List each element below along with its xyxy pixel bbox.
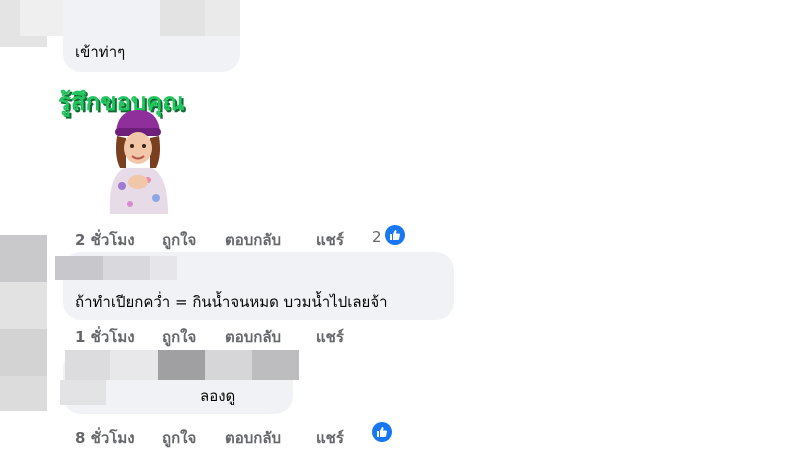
- like-button-3[interactable]: ถูกใจ: [162, 426, 196, 450]
- blurred-name-3f: [60, 380, 106, 405]
- reply-button-2[interactable]: ตอบกลับ: [225, 325, 281, 349]
- blurred-avatar-low-2: [0, 376, 47, 411]
- comment-time-2[interactable]: 1 ชั่วโมง: [75, 325, 135, 349]
- comment-actions-2: 1 ชั่วโมง ถูกใจ ตอบกลับ แชร์: [0, 325, 420, 346]
- blurred-name-2a: [55, 256, 103, 280]
- like-thumb-icon-3[interactable]: [372, 422, 392, 442]
- comment-text-3: ลองดู: [200, 387, 236, 405]
- comment-time-3[interactable]: 8 ชั่วโมง: [75, 426, 135, 450]
- blurred-avatar-mid-2: [0, 282, 47, 329]
- blurred-name-2b: [103, 256, 150, 280]
- comment-text-2: ถ้าทำเปียกคว่ำ = กินน้ำจนหมด บวมน้ำไปเลย…: [75, 293, 388, 311]
- avatar-character-sticker: [100, 106, 180, 216]
- reaction-count-1[interactable]: 2: [372, 228, 382, 246]
- comment-time-1[interactable]: 2 ชั่วโมง: [75, 228, 135, 252]
- reply-button-3[interactable]: ตอบกลับ: [225, 426, 281, 450]
- like-thumb-icon[interactable]: [385, 225, 405, 245]
- like-button-2[interactable]: ถูกใจ: [162, 325, 196, 349]
- blurred-name-1b: [205, 0, 240, 36]
- like-button-1[interactable]: ถูกใจ: [162, 228, 196, 252]
- share-button-1[interactable]: แชร์: [316, 228, 344, 252]
- blurred-name-3d: [205, 350, 252, 380]
- comment-actions-3: 8 ชั่วโมง ถูกใจ ตอบกลับ แชร์: [0, 426, 420, 447]
- blurred-avatar-top-2: [20, 0, 65, 36]
- blurred-name-3b: [110, 350, 158, 380]
- blurred-name-3e: [252, 350, 299, 380]
- blurred-name-3c: [158, 350, 205, 380]
- blurred-name-1a: [160, 0, 205, 36]
- comment-actions-1: 2 ชั่วโมง ถูกใจ ตอบกลับ แชร์ 2: [0, 228, 420, 249]
- reply-button-1[interactable]: ตอบกลับ: [225, 228, 281, 252]
- share-button-3[interactable]: แชร์: [316, 426, 344, 450]
- blurred-name-2c: [150, 256, 177, 280]
- share-button-2[interactable]: แชร์: [316, 325, 344, 349]
- comment-text-1: เข้าท่าๆ: [75, 43, 126, 61]
- blurred-name-3a: [65, 350, 110, 380]
